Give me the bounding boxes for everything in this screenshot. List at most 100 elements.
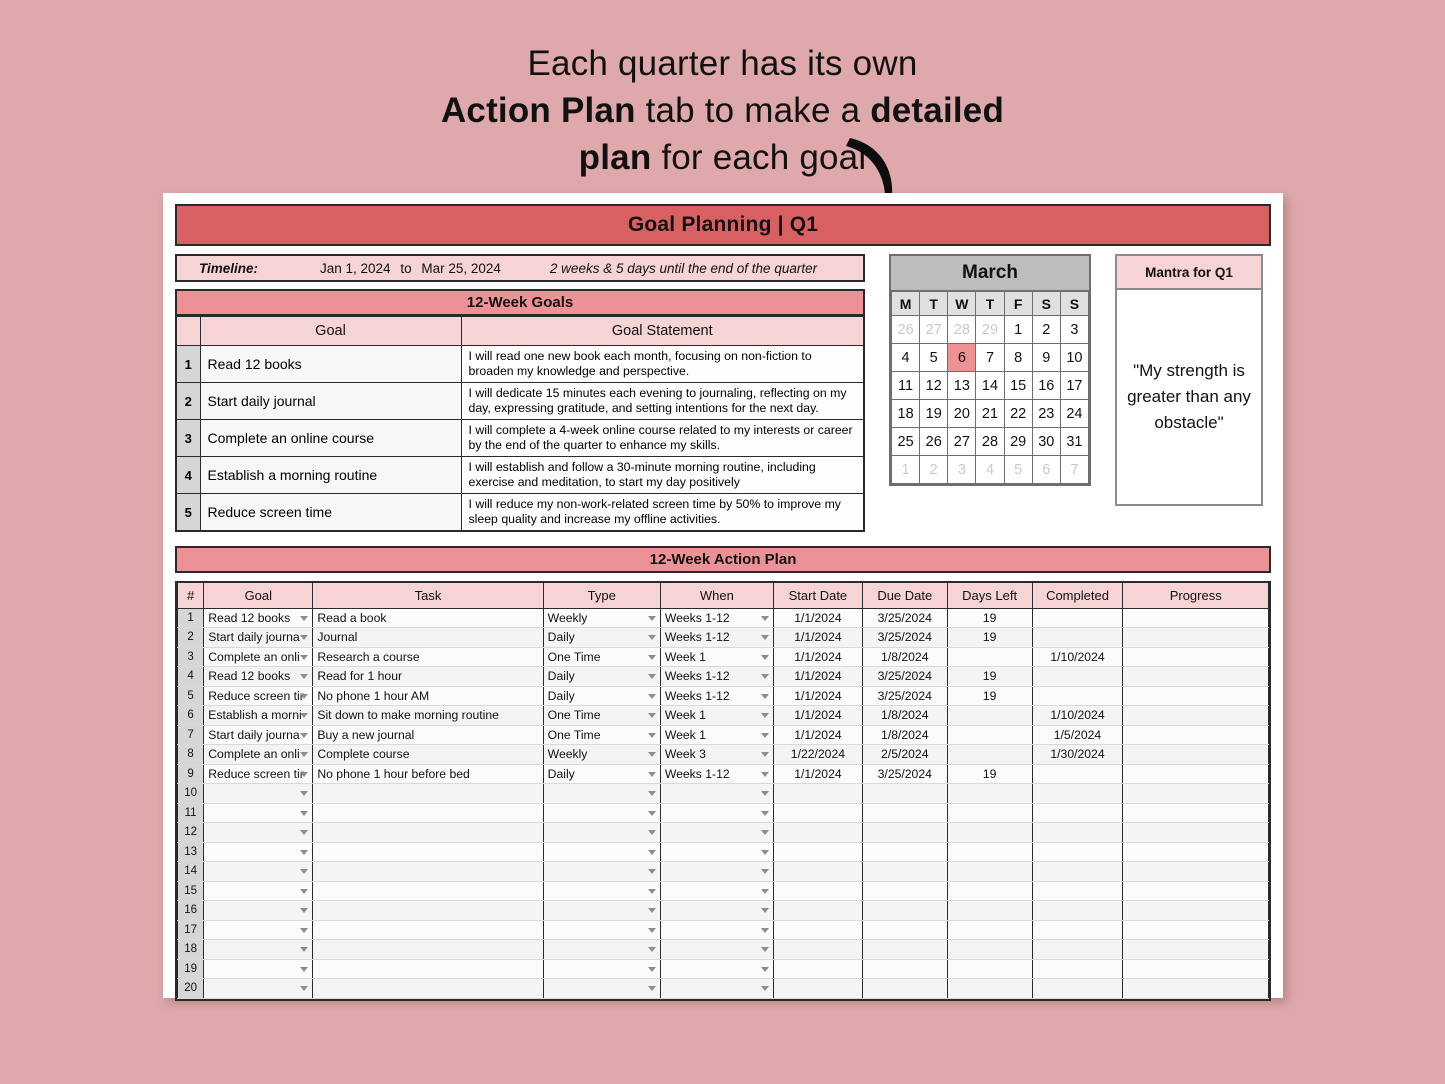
cell-goal[interactable]: [203, 803, 314, 823]
cell-completed[interactable]: [1031, 978, 1124, 999]
cell-when[interactable]: Weeks 1-12: [659, 764, 774, 784]
chevron-down-icon[interactable]: [760, 693, 769, 699]
cell-when[interactable]: [659, 900, 774, 921]
cell-when[interactable]: [659, 783, 774, 804]
goals-row-goal[interactable]: Establish a morning routine: [199, 456, 462, 494]
mantra-text[interactable]: "My strength is greater than any obstacl…: [1117, 290, 1261, 504]
cell-completed[interactable]: [1031, 842, 1124, 862]
cell-start-date[interactable]: [772, 822, 863, 843]
cell-when[interactable]: [659, 978, 774, 999]
calendar-day-cell[interactable]: 8: [1003, 343, 1033, 372]
chevron-down-icon[interactable]: [760, 791, 769, 797]
cell-goal[interactable]: Reduce screen tir: [203, 686, 314, 706]
cell-goal[interactable]: Complete an onli: [203, 744, 314, 765]
cell-task[interactable]: No phone 1 hour before bed: [312, 764, 544, 784]
cell-start-date[interactable]: [772, 861, 863, 882]
cell-goal[interactable]: [203, 822, 314, 843]
cell-start-date[interactable]: 1/1/2024: [772, 725, 863, 745]
cell-goal[interactable]: [203, 861, 314, 882]
cell-due-date[interactable]: [861, 959, 948, 979]
chevron-down-icon[interactable]: [300, 674, 309, 680]
cell-goal[interactable]: Start daily journa: [203, 627, 314, 648]
cell-when[interactable]: [659, 803, 774, 823]
cell-type[interactable]: One Time: [542, 705, 661, 726]
cell-when[interactable]: Week 3: [659, 744, 774, 765]
cell-start-date[interactable]: [772, 842, 863, 862]
goals-row-goal[interactable]: Read 12 books: [199, 345, 462, 383]
cell-when[interactable]: Week 1: [659, 705, 774, 726]
cell-completed[interactable]: [1031, 900, 1124, 921]
cell-type[interactable]: [542, 900, 661, 921]
calendar-day-cell[interactable]: 26: [890, 315, 921, 344]
chevron-down-icon[interactable]: [760, 732, 769, 738]
chevron-down-icon[interactable]: [300, 713, 309, 719]
cell-goal[interactable]: Read 12 books: [203, 608, 314, 628]
chevron-down-icon[interactable]: [300, 947, 309, 953]
chevron-down-icon[interactable]: [647, 927, 656, 933]
chevron-down-icon[interactable]: [647, 654, 656, 660]
calendar-day-cell[interactable]: 24: [1059, 399, 1090, 428]
goals-row-statement[interactable]: I will establish and follow a 30-minute …: [460, 456, 865, 494]
calendar-day-cell[interactable]: 23: [1031, 399, 1061, 428]
cell-task[interactable]: Research a course: [312, 647, 544, 667]
cell-task[interactable]: [312, 978, 544, 999]
cell-due-date[interactable]: 3/25/2024: [861, 608, 948, 628]
cell-task[interactable]: [312, 959, 544, 979]
calendar-day-cell[interactable]: 17: [1059, 371, 1090, 400]
cell-due-date[interactable]: [861, 920, 948, 940]
cell-start-date[interactable]: [772, 803, 863, 823]
chevron-down-icon[interactable]: [647, 674, 656, 680]
cell-completed[interactable]: [1031, 783, 1124, 804]
cell-due-date[interactable]: [861, 842, 948, 862]
chevron-down-icon[interactable]: [760, 830, 769, 836]
chevron-down-icon[interactable]: [760, 927, 769, 933]
calendar-day-cell[interactable]: 18: [890, 399, 921, 428]
chevron-down-icon[interactable]: [760, 947, 769, 953]
cell-task[interactable]: [312, 783, 544, 804]
chevron-down-icon[interactable]: [647, 986, 656, 992]
chevron-down-icon[interactable]: [647, 849, 656, 855]
cell-completed[interactable]: [1031, 959, 1124, 979]
cell-due-date[interactable]: [861, 783, 948, 804]
chevron-down-icon[interactable]: [300, 888, 309, 894]
chevron-down-icon[interactable]: [300, 849, 309, 855]
calendar-day-cell[interactable]: 15: [1003, 371, 1033, 400]
cell-due-date[interactable]: 3/25/2024: [861, 627, 948, 648]
cell-type[interactable]: One Time: [542, 725, 661, 745]
chevron-down-icon[interactable]: [760, 810, 769, 816]
cell-task[interactable]: [312, 900, 544, 921]
goals-row-statement[interactable]: I will reduce my non-work-related screen…: [460, 493, 865, 532]
calendar-day-cell[interactable]: 1: [1003, 315, 1033, 344]
cell-start-date[interactable]: [772, 959, 863, 979]
cell-type[interactable]: Daily: [542, 764, 661, 784]
cell-completed[interactable]: [1031, 939, 1124, 960]
cell-due-date[interactable]: 3/25/2024: [861, 764, 948, 784]
calendar-day-cell[interactable]: 3: [947, 455, 977, 484]
calendar-day-cell[interactable]: 4: [890, 343, 921, 372]
calendar-day-cell[interactable]: 1: [890, 455, 921, 484]
chevron-down-icon[interactable]: [760, 986, 769, 992]
cell-due-date[interactable]: [861, 861, 948, 882]
calendar-day-cell[interactable]: 3: [1059, 315, 1090, 344]
cell-start-date[interactable]: 1/22/2024: [772, 744, 863, 765]
chevron-down-icon[interactable]: [647, 752, 656, 758]
chevron-down-icon[interactable]: [647, 771, 656, 777]
chevron-down-icon[interactable]: [760, 654, 769, 660]
chevron-down-icon[interactable]: [647, 791, 656, 797]
cell-start-date[interactable]: 1/1/2024: [772, 686, 863, 706]
chevron-down-icon[interactable]: [300, 654, 309, 660]
chevron-down-icon[interactable]: [647, 908, 656, 914]
calendar-day-today[interactable]: 6: [947, 343, 977, 372]
calendar-day-cell[interactable]: 5: [919, 343, 949, 372]
chevron-down-icon[interactable]: [760, 888, 769, 894]
cell-start-date[interactable]: 1/1/2024: [772, 647, 863, 667]
chevron-down-icon[interactable]: [647, 947, 656, 953]
cell-start-date[interactable]: [772, 978, 863, 999]
cell-goal[interactable]: [203, 881, 314, 901]
chevron-down-icon[interactable]: [647, 693, 656, 699]
cell-due-date[interactable]: [861, 822, 948, 843]
cell-start-date[interactable]: 1/1/2024: [772, 705, 863, 726]
cell-due-date[interactable]: 2/5/2024: [861, 744, 948, 765]
chevron-down-icon[interactable]: [647, 713, 656, 719]
chevron-down-icon[interactable]: [300, 986, 309, 992]
